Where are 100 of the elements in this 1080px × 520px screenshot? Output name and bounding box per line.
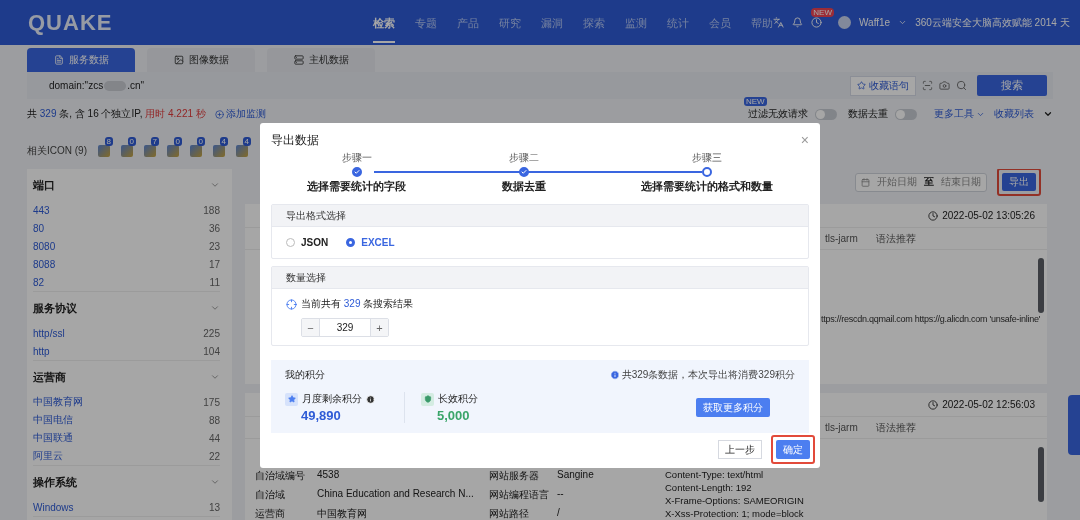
step-label: 数据去重 (501, 179, 546, 194)
filter-link[interactable]: 80 (33, 222, 45, 234)
dialog-title: 导出数据 (271, 131, 319, 149)
group-title: 操作系统 (33, 474, 77, 490)
result-tab[interactable]: 语法推荐 (875, 420, 916, 435)
clock-icon[interactable] (811, 17, 822, 28)
field-label: 网站路径 (489, 507, 530, 520)
filter-count: 22 (208, 450, 220, 462)
count-input[interactable]: 329 (319, 319, 371, 336)
radio-label[interactable]: JSON (301, 237, 329, 248)
filter-count: 13 (208, 501, 220, 513)
search-button[interactable]: 搜索 (977, 75, 1047, 96)
app-icon[interactable] (236, 144, 248, 157)
filter-count: 225 (203, 327, 220, 339)
filter-link[interactable]: 中国电信 (33, 413, 73, 427)
group-title: 端口 (33, 177, 55, 193)
back-button[interactable]: 上一步 (718, 440, 762, 459)
filter-link[interactable]: 阿里云 (33, 449, 63, 463)
result-tab[interactable]: 语法推荐 (875, 231, 916, 246)
nav-item[interactable]: 帮助 (751, 2, 773, 43)
nav-item[interactable]: 专题 (415, 2, 437, 43)
filter-link[interactable]: http (33, 345, 50, 357)
count-badge: 8 (104, 136, 113, 146)
app-icon[interactable] (213, 144, 225, 157)
chevron-down-icon[interactable] (898, 18, 908, 27)
result-total-text: 当前共有 329 条搜索结果 (301, 297, 414, 311)
toggle-switch[interactable] (815, 108, 837, 120)
chevron-down-icon[interactable] (1043, 109, 1053, 119)
filter-count: 17 (208, 258, 220, 270)
nav-item[interactable]: 统计 (667, 2, 689, 43)
favorites-link[interactable]: 收藏列表 (994, 107, 1034, 121)
date-range-field[interactable]: 开始日期 至 结束日期 (855, 172, 987, 192)
app-icon[interactable] (190, 144, 202, 157)
filter-count: 36 (208, 222, 220, 234)
query-text[interactable]: domain:"zcs (49, 80, 104, 91)
nav-item[interactable]: 漏洞 (541, 2, 563, 43)
points-label: 月度剩余积分 (302, 392, 362, 406)
filter-label: 过滤无效请求 (748, 107, 808, 121)
app-icon[interactable] (121, 144, 133, 157)
app-icon[interactable] (167, 144, 179, 157)
plus-icon (214, 109, 224, 119)
query-text[interactable]: .cn" (127, 80, 145, 91)
camera-icon[interactable] (939, 80, 950, 91)
scrollbar[interactable] (1038, 258, 1044, 313)
more-tools-link[interactable]: 更多工具 (934, 107, 985, 121)
filter-link[interactable]: 中国教育网 (33, 395, 83, 409)
bell-icon[interactable] (792, 17, 803, 28)
add-monitor-link[interactable]: 添加监测 (214, 107, 266, 121)
field-label: 自治域 (255, 488, 286, 502)
nav-item[interactable]: 检索 (373, 2, 395, 43)
nav-item[interactable]: 探索 (583, 2, 605, 43)
icon-list-label: 相关ICON (9) (27, 143, 87, 158)
count-badge: 0 (196, 136, 205, 146)
header-line: Content-Length: 192 (665, 482, 753, 493)
info-icon[interactable] (366, 394, 375, 404)
plus-button[interactable]: + (371, 319, 388, 336)
avatar[interactable] (838, 16, 851, 29)
result-tab[interactable]: tls-jarm (825, 233, 858, 244)
radio-button[interactable] (346, 238, 356, 247)
get-more-points-button[interactable]: 获取更多积分 (696, 398, 770, 417)
field-label: 自治域编号 (255, 469, 306, 483)
toggle-switch[interactable] (895, 108, 917, 120)
minus-button[interactable]: − (302, 319, 319, 336)
filter-link[interactable]: 8080 (33, 240, 56, 252)
image-icon (173, 55, 184, 65)
scrollbar[interactable] (1038, 447, 1044, 502)
banner-text: 360云端安全大脑高效赋能 2014 天 (915, 15, 1070, 30)
translate-icon[interactable] (773, 17, 784, 28)
filter-link[interactable]: 8088 (33, 258, 56, 270)
points-value: 5,000 (437, 408, 471, 423)
scan-icon[interactable] (922, 80, 933, 91)
result-count: 共 329 条, 含 16 个独立IP, 用时 4.221 秒 (27, 107, 206, 121)
header-line: Content-Type: text/html (665, 469, 765, 480)
filter-link[interactable]: http/ssl (33, 327, 65, 339)
number-stepper[interactable]: − 329 + (301, 318, 389, 337)
app-icon[interactable] (98, 144, 110, 157)
step-number: 步骤三 (692, 151, 722, 165)
nav-item[interactable]: 会员 (709, 2, 731, 43)
filter-link[interactable]: 82 (33, 276, 45, 288)
filter-link[interactable]: 443 (33, 204, 50, 216)
nav-item[interactable]: 监测 (625, 2, 647, 43)
app-icon[interactable] (144, 144, 156, 157)
confirm-button[interactable]: 确定 (776, 440, 810, 459)
search-tab[interactable]: 服务数据 (27, 48, 135, 72)
save-query-button[interactable]: 收藏语句 (850, 75, 916, 96)
user-name[interactable]: Waff1e (859, 17, 891, 28)
count-badge: 0 (127, 136, 136, 146)
nav-item[interactable]: 研究 (499, 2, 521, 43)
section-title: 我的积分 (285, 368, 325, 382)
filter-link[interactable]: 中国联通 (33, 431, 73, 445)
export-button[interactable]: 导出 (1002, 173, 1036, 191)
search-icon[interactable] (956, 80, 967, 91)
radio-label[interactable]: EXCEL (361, 237, 395, 248)
result-tab[interactable]: tls-jarm (825, 422, 858, 433)
search-tab[interactable]: 主机数据 (267, 48, 375, 72)
search-tab[interactable]: 图像数据 (147, 48, 255, 72)
close-button[interactable]: × (800, 132, 809, 148)
nav-item[interactable]: 产品 (457, 2, 479, 43)
radio-button[interactable] (286, 238, 295, 247)
filter-link[interactable]: Windows (33, 501, 74, 513)
